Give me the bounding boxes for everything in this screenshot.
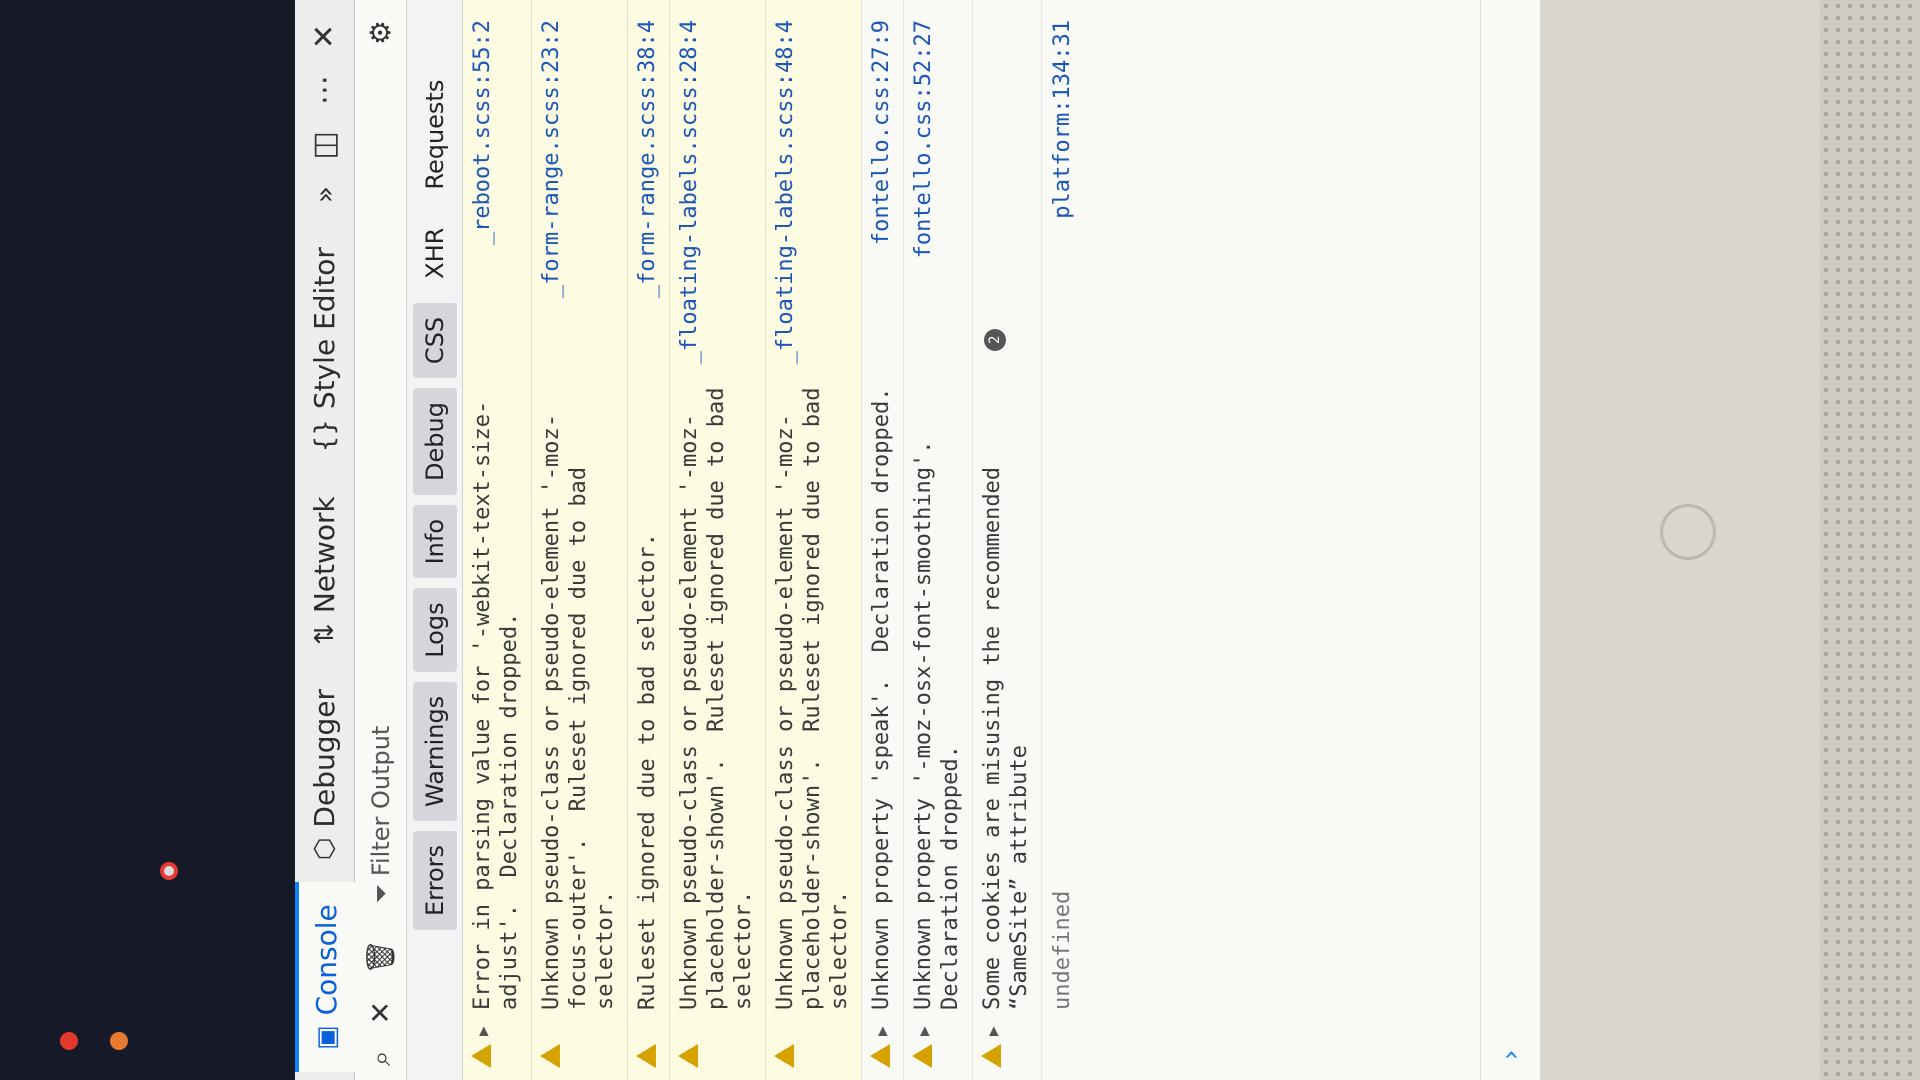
log-level-filters: Errors Warnings Logs Info Debug CSS XHR … [407, 0, 463, 1080]
message-text: Error in parsing value for '-webkit-text… [470, 400, 522, 1010]
power-button-icon [1660, 504, 1716, 560]
search-icon[interactable]: ⌕ [364, 1050, 398, 1066]
warning-icon [981, 1044, 1001, 1068]
filter-requests[interactable]: Requests [413, 66, 457, 204]
warning-icon [636, 1044, 656, 1068]
message-row[interactable]: ▶ Unknown property 'speak'. Declaration … [862, 0, 904, 1080]
filter-css[interactable]: CSS [412, 302, 457, 379]
message-row[interactable]: Unknown pseudo-class or pseudo-element '… [766, 0, 862, 1080]
tab-style-editor-label: Style Editor [308, 247, 341, 410]
message-row[interactable]: Unknown pseudo-class or pseudo-element '… [532, 0, 628, 1080]
expand-arrow-icon[interactable]: ▶ [868, 1026, 895, 1036]
warning-icon [471, 1044, 491, 1068]
message-text: Some cookies are misusing the recommende… [980, 453, 1032, 1010]
console-icon: ▣ [311, 1025, 342, 1050]
warning-icon [870, 1044, 890, 1068]
chevron-double-right-icon: » [308, 185, 341, 204]
result-location-link[interactable]: platform:134:31 [1050, 20, 1075, 219]
filter-warnings[interactable]: Warnings [412, 681, 457, 821]
message-location-link[interactable]: _floating-labels.scss:28:4 [676, 20, 703, 364]
filter-output[interactable]: ⏷ Filter Output [367, 726, 395, 904]
evaluation-result: undefined platform:134:31 [1042, 0, 1083, 1080]
expand-arrow-icon[interactable]: ▶ [910, 1026, 937, 1036]
laptop-bezel [1540, 0, 1920, 1080]
chrome-icon [160, 862, 178, 880]
tab-network[interactable]: ⇅ Network [295, 474, 355, 667]
message-location-link[interactable]: fontello.css:27:9 [868, 20, 895, 245]
tab-network-label: Network [308, 496, 341, 614]
tab-console[interactable]: ▣ Console [294, 882, 355, 1072]
message-row[interactable]: ▶ Some cookies are misusing the recommen… [973, 0, 1042, 1080]
filter-icon: ⏷ [366, 884, 395, 904]
dock-icon[interactable]: ◫ [307, 131, 342, 159]
photo-stage: ▣ Console ⬡ Debugger ⇅ Network {} Style … [0, 0, 1920, 1080]
repeat-count-badge: 2 [984, 328, 1006, 351]
close-icon[interactable]: ✕ [307, 24, 342, 49]
clear-x-icon[interactable]: ✕ [364, 1001, 397, 1024]
debugger-icon: ⬡ [309, 837, 340, 861]
tab-debugger-label: Debugger [308, 688, 341, 828]
tab-console-label: Console [310, 904, 343, 1016]
message-row[interactable]: ▶ Error in parsing value for '-webkit-te… [463, 0, 532, 1080]
trash-icon[interactable]: 🗑 [364, 939, 397, 975]
filter-logs[interactable]: Logs [412, 588, 457, 672]
more-dots-icon[interactable]: ⋯ [307, 75, 342, 105]
desktop-taskbar [0, 0, 295, 1080]
tab-style-editor[interactable]: {} Style Editor [295, 225, 355, 474]
console-input[interactable]: › [1480, 0, 1540, 1080]
message-row[interactable]: ▶ Unknown property '-moz-osx-font-smooth… [904, 0, 973, 1080]
warning-icon [540, 1044, 560, 1068]
style-editor-icon: {} [309, 419, 340, 453]
console-toolbar: ⌕ ✕ 🗑 ⏷ Filter Output ⚙ [355, 0, 407, 1080]
message-location-link[interactable]: _floating-labels.scss:48:4 [772, 20, 799, 364]
filter-debug[interactable]: Debug [412, 388, 457, 495]
chevron-right-icon: › [1495, 1049, 1526, 1060]
message-row[interactable]: Unknown pseudo-class or pseudo-element '… [670, 0, 766, 1080]
more-tabs-button[interactable]: » [295, 164, 355, 225]
devtools-panel: ▣ Console ⬡ Debugger ⇅ Network {} Style … [294, 0, 1540, 1080]
warning-icon [774, 1044, 794, 1068]
filter-info[interactable]: Info [412, 505, 457, 579]
red-dot-icon [60, 1032, 78, 1050]
gear-icon[interactable]: ⚙ [364, 20, 397, 45]
message-location-link[interactable]: _form-range.scss:38:4 [634, 20, 661, 298]
orange-dot-icon [110, 1032, 128, 1050]
network-icon: ⇅ [309, 623, 340, 645]
filter-output-label: Filter Output [366, 725, 395, 877]
message-text: Unknown pseudo-class or pseudo-element '… [677, 374, 756, 1010]
expand-arrow-icon[interactable]: ▶ [469, 1026, 496, 1036]
message-row[interactable]: Ruleset ignored due to bad selector. _fo… [628, 0, 670, 1080]
message-text: Ruleset ignored due to bad selector. [635, 533, 660, 1010]
result-text: undefined [1050, 890, 1075, 1010]
message-text: Unknown property '-moz-osx-font-smoothin… [911, 413, 963, 1010]
expand-arrow-icon[interactable]: ▶ [979, 1026, 1006, 1036]
filter-xhr[interactable]: XHR [413, 214, 457, 293]
message-text: Unknown pseudo-class or pseudo-element '… [539, 413, 618, 1010]
message-text: Unknown pseudo-class or pseudo-element '… [773, 374, 852, 1010]
warning-icon [678, 1044, 698, 1068]
message-location-link[interactable]: _form-range.scss:23:2 [538, 20, 565, 298]
devtools-tabbar: ▣ Console ⬡ Debugger ⇅ Network {} Style … [294, 0, 355, 1080]
filter-errors[interactable]: Errors [412, 830, 457, 930]
message-location-link[interactable]: fontello.css:52:27 [910, 20, 937, 258]
speaker-grill [1820, 0, 1920, 1080]
message-location-link[interactable]: _reboot.scss:55:2 [469, 20, 496, 245]
console-messages: ▶ Error in parsing value for '-webkit-te… [463, 0, 1083, 1080]
message-text: Unknown property 'speak'. Declaration dr… [869, 387, 894, 1010]
tab-debugger[interactable]: ⬡ Debugger [295, 667, 355, 882]
warning-icon [912, 1044, 932, 1068]
